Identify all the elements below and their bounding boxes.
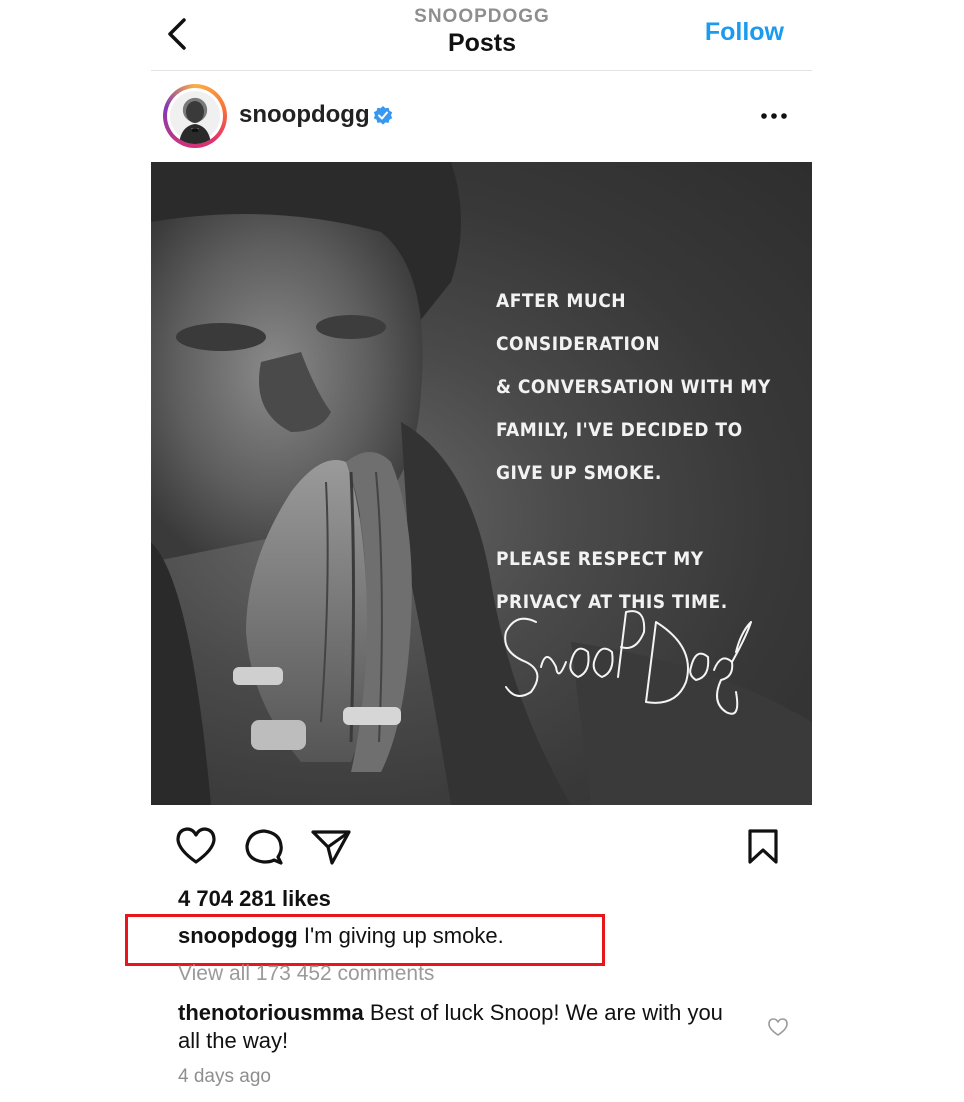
post-image[interactable]: AFTER MUCH CONSIDERATION & CONVERSATION … xyxy=(151,162,812,805)
post-username[interactable]: snoopdogg xyxy=(239,101,370,129)
comment-like-button[interactable] xyxy=(767,1017,789,1042)
post-image-text: AFTER MUCH CONSIDERATION & CONVERSATION … xyxy=(496,280,796,624)
verified-badge-icon xyxy=(373,106,393,125)
more-options-button[interactable] xyxy=(757,102,791,130)
top-comment: thenotoriousmma Best of luck Snoop! We a… xyxy=(178,999,748,1055)
comment-bubble-icon xyxy=(245,829,283,865)
avatar-image xyxy=(167,88,223,144)
comment-username[interactable]: thenotoriousmma xyxy=(178,1000,364,1025)
save-button[interactable] xyxy=(745,828,781,871)
heart-icon xyxy=(176,827,216,864)
image-text-line: PLEASE RESPECT MY xyxy=(496,548,704,570)
header-divider xyxy=(151,70,812,71)
image-text-line: GIVE UP SMOKE. xyxy=(496,462,662,484)
bookmark-icon xyxy=(748,829,778,864)
likes-count[interactable]: 4 704 281 likes xyxy=(178,886,331,912)
image-text-line: & CONVERSATION WITH MY xyxy=(496,376,771,398)
caption-highlight-box xyxy=(125,914,605,966)
avatar[interactable] xyxy=(163,84,227,148)
image-text-line: FAMILY, I'VE DECIDED TO xyxy=(496,419,743,441)
share-button[interactable] xyxy=(310,827,352,872)
signature xyxy=(504,610,752,715)
paper-plane-icon xyxy=(311,830,351,865)
account-label: SNOOPDOGG xyxy=(414,6,550,27)
post-timestamp: 4 days ago xyxy=(178,1066,271,1087)
more-horizontal-icon xyxy=(761,113,787,119)
image-text-line: AFTER MUCH CONSIDERATION xyxy=(496,290,661,355)
like-button[interactable] xyxy=(175,826,217,871)
view-all-comments-link[interactable]: View all 173 452 comments xyxy=(178,962,434,984)
instagram-post-screen: SNOOPDOGG Posts Follow snoopdogg AFTER M… xyxy=(0,0,964,1102)
follow-button[interactable]: Follow xyxy=(705,18,784,47)
small-heart-icon xyxy=(768,1018,788,1036)
comment-button[interactable] xyxy=(244,827,284,872)
page-title: Posts xyxy=(447,29,517,57)
